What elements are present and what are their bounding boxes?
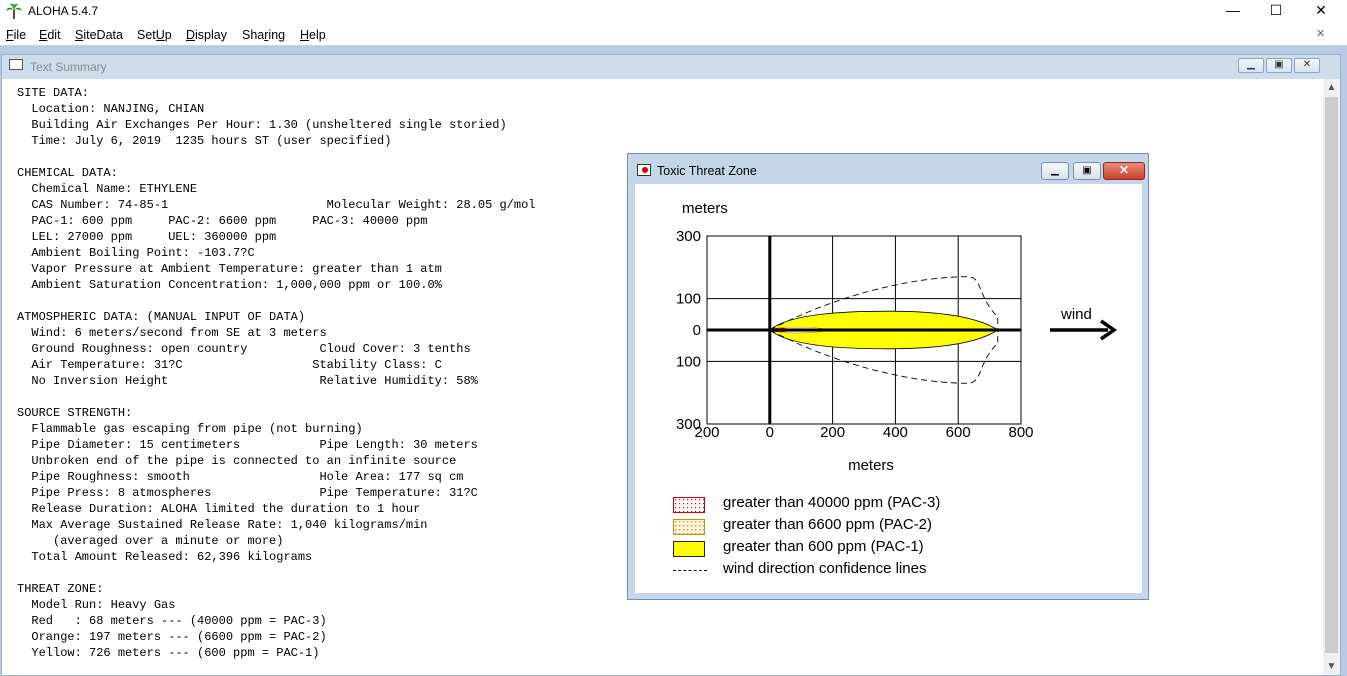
legend-label: greater than 6600 ppm (PAC-2) bbox=[723, 516, 932, 533]
legend-label: wind direction confidence lines bbox=[723, 560, 927, 577]
menu-setup[interactable]: SetUp bbox=[137, 28, 172, 42]
legend-swatch-pac2 bbox=[673, 519, 705, 535]
threat-zone-title: Toxic Threat Zone bbox=[657, 164, 757, 178]
text-summary-content: SITE DATA: Location: NANJING, CHIAN Buil… bbox=[17, 86, 536, 660]
x-tick-label: 400 bbox=[883, 424, 908, 441]
y-tick-label: 0 bbox=[693, 322, 701, 339]
maximize-button[interactable]: ☐ bbox=[1253, 0, 1299, 22]
threat-zone-icon bbox=[637, 164, 651, 176]
wind-label: wind bbox=[1060, 306, 1092, 323]
mdi-close-icon[interactable]: ✕ bbox=[1316, 27, 1325, 40]
text-summary-title: Text Summary bbox=[30, 60, 107, 74]
menu-file[interactable]: File bbox=[6, 28, 26, 42]
y-tick-label: 100 bbox=[676, 353, 701, 370]
child-restore-button[interactable]: ▣ bbox=[1266, 58, 1292, 73]
y-axis-label: meters bbox=[682, 200, 728, 217]
legend-swatch-pac3 bbox=[673, 497, 705, 513]
x-tick-label: 800 bbox=[1008, 424, 1033, 441]
child-minimize-button[interactable]: ▁ bbox=[1238, 58, 1264, 73]
menu-sharing[interactable]: Sharing bbox=[242, 28, 285, 42]
y-tick-label: 300 bbox=[676, 228, 701, 245]
menu-help[interactable]: Help bbox=[300, 28, 326, 42]
legend-label: greater than 40000 ppm (PAC-3) bbox=[723, 494, 941, 511]
vertical-scrollbar[interactable]: ▲ ▼ bbox=[1323, 79, 1340, 675]
document-icon bbox=[9, 59, 23, 70]
x-tick-label: 200 bbox=[820, 424, 845, 441]
threat-zone-content: 200 0 200 400 600 800 300 100 0 100 300 meters meter… bbox=[635, 184, 1142, 593]
app-title: ALOHA 5.4.7 bbox=[28, 4, 99, 18]
palm-tree-icon bbox=[6, 3, 22, 19]
child-close-button[interactable]: ✕ bbox=[1294, 58, 1320, 73]
threat-zone-titlebar: Toxic Threat Zone ▁ ▣ ✕ bbox=[628, 154, 1148, 184]
app-titlebar: ALOHA 5.4.7 — ☐ ✕ bbox=[0, 0, 1347, 24]
x-axis-label: meters bbox=[848, 457, 894, 474]
text-summary-titlebar: Text Summary ▁ ▣ ✕ bbox=[2, 55, 1340, 79]
threat-zone-chart: 200 0 200 400 600 8003001000100300metersmeter… bbox=[676, 200, 1118, 474]
threat-zone-window: Toxic Threat Zone ▁ ▣ ✕ 200 0 200 400 600 800… bbox=[627, 153, 1149, 600]
tz-minimize-button[interactable]: ▁ bbox=[1041, 162, 1069, 180]
menu-bar: File Edit SiteData SetUp Display Sharing… bbox=[0, 25, 1347, 46]
scroll-down-icon[interactable]: ▼ bbox=[1323, 658, 1340, 675]
x-tick-label: 600 bbox=[946, 424, 971, 441]
menu-edit[interactable]: Edit bbox=[39, 28, 61, 42]
scroll-thumb[interactable] bbox=[1325, 97, 1338, 653]
legend-label: greater than 600 ppm (PAC-1) bbox=[723, 538, 924, 555]
minimize-button[interactable]: — bbox=[1210, 0, 1256, 22]
close-button[interactable]: ✕ bbox=[1298, 0, 1344, 22]
legend-swatch-pac1 bbox=[673, 541, 705, 557]
tz-close-button[interactable]: ✕ bbox=[1103, 162, 1145, 180]
tz-restore-button[interactable]: ▣ bbox=[1073, 162, 1101, 180]
y-tick-label: 300 bbox=[676, 416, 701, 433]
x-tick-label: 0 bbox=[766, 424, 774, 441]
y-tick-label: 100 bbox=[676, 291, 701, 308]
scroll-up-icon[interactable]: ▲ bbox=[1323, 79, 1340, 96]
legend-dashed-line bbox=[673, 570, 707, 571]
menu-display[interactable]: Display bbox=[186, 28, 227, 42]
menu-sitedata[interactable]: SiteData bbox=[75, 28, 123, 42]
